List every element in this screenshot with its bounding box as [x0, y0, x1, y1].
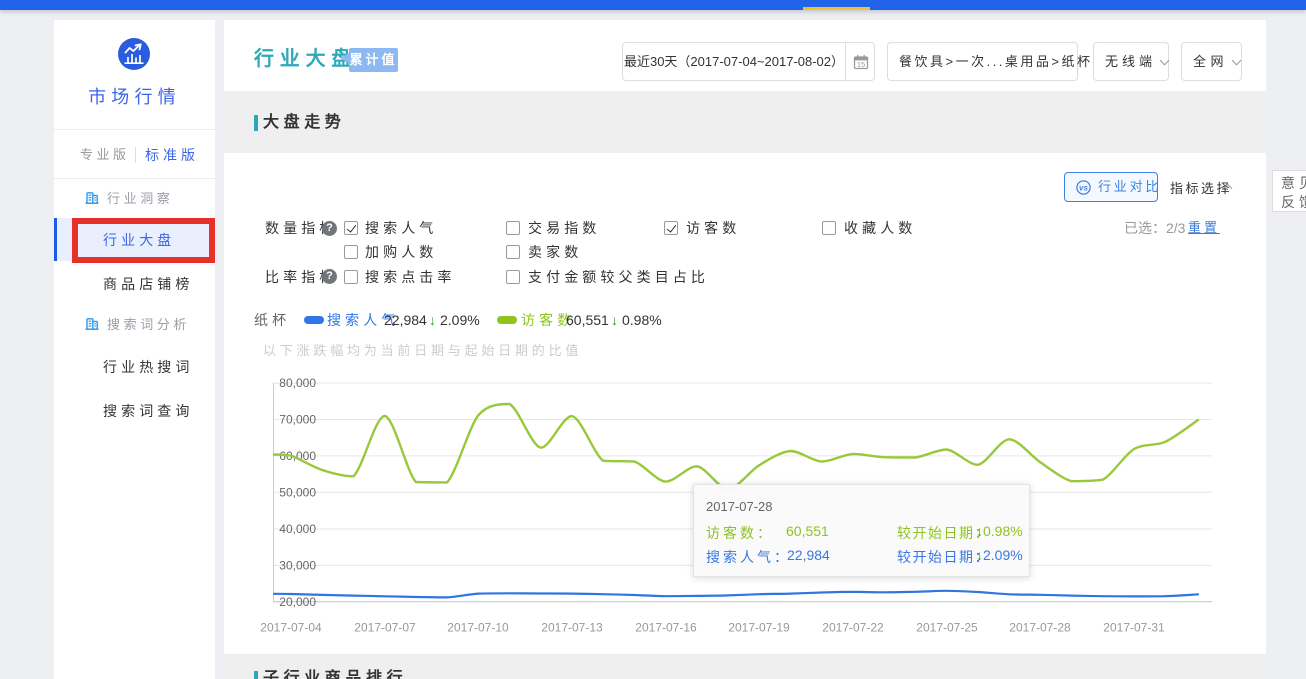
svg-text:2017-07-07: 2017-07-07 — [354, 621, 416, 635]
svg-text:2017-07-19: 2017-07-19 — [728, 621, 790, 635]
svg-text:2017-07-04: 2017-07-04 — [260, 621, 322, 635]
svg-text:2017-07-25: 2017-07-25 — [916, 621, 978, 635]
svg-text:80,000: 80,000 — [279, 376, 316, 390]
svg-text:2017-07-22: 2017-07-22 — [822, 621, 884, 635]
svg-text:15: 15 — [857, 60, 865, 69]
svg-text:30,000: 30,000 — [279, 558, 316, 572]
svg-text:vs: vs — [1079, 183, 1088, 192]
svg-text:2017-07-10: 2017-07-10 — [447, 621, 509, 635]
svg-text:2017-07-31: 2017-07-31 — [1103, 621, 1165, 635]
svg-text:2017-07-28: 2017-07-28 — [1009, 621, 1071, 635]
svg-text:70,000: 70,000 — [279, 413, 316, 427]
svg-text:50,000: 50,000 — [279, 485, 316, 499]
svg-text:2017-07-16: 2017-07-16 — [635, 621, 697, 635]
svg-text:40,000: 40,000 — [279, 522, 316, 536]
svg-text:2017-07-13: 2017-07-13 — [541, 621, 603, 635]
svg-text:20,000: 20,000 — [279, 595, 316, 609]
